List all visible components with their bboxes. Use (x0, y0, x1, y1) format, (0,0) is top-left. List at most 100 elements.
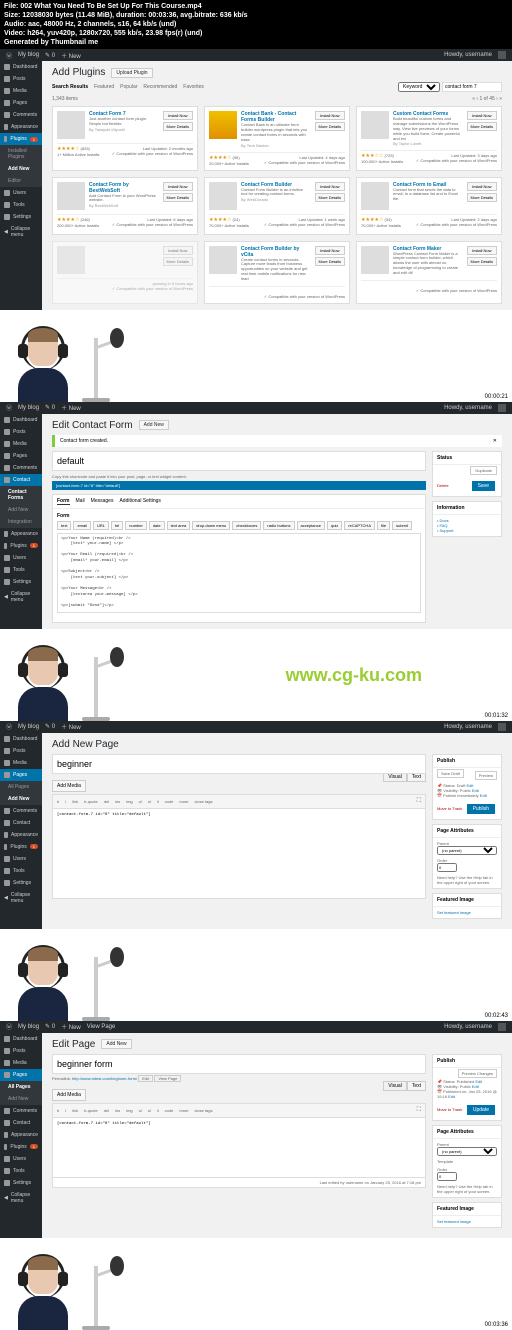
sidebar-contact[interactable]: Contact (0, 817, 42, 829)
toolbar-button[interactable]: more (177, 1107, 190, 1114)
sidebar-sub-addnew[interactable]: Add New (0, 793, 42, 805)
tag-button[interactable]: date (149, 521, 165, 530)
toolbar-button[interactable]: del (102, 798, 111, 805)
tab-search-results[interactable]: Search Results (52, 84, 88, 90)
wp-logo-icon[interactable]: ⓦ (6, 51, 12, 60)
toolbar-button[interactable]: code (163, 798, 176, 805)
permalink-url[interactable]: http://www.mtest.com/beginner-form/ (72, 1076, 137, 1081)
pagination[interactable]: « ‹ 1 of 45 › » (472, 96, 502, 102)
install-button[interactable]: Install Now (315, 246, 345, 255)
sidebar-users[interactable]: Users (0, 853, 42, 865)
sidebar-users[interactable]: Users (0, 552, 42, 564)
more-details-link[interactable]: More Details (163, 257, 193, 266)
sidebar-sub-addnew[interactable]: Add New (0, 1093, 42, 1105)
order-input[interactable] (437, 863, 457, 872)
sidebar-dashboard[interactable]: Dashboard (0, 1033, 42, 1045)
toolbar-button[interactable]: ul (137, 1107, 144, 1114)
sidebar-tools[interactable]: Tools (0, 865, 42, 877)
toolbar-button[interactable]: b-quote (82, 798, 100, 805)
sidebar-sub-allpages[interactable]: All Pages (0, 781, 42, 793)
dismiss-icon[interactable]: ✕ (493, 438, 497, 444)
more-details-link[interactable]: More Details (163, 193, 193, 202)
toolbar-button[interactable]: ins (113, 1107, 122, 1114)
wp-logo-icon[interactable]: ⓦ (6, 1022, 12, 1031)
sidebar-settings[interactable]: Settings (0, 877, 42, 889)
install-button[interactable]: Install Now (467, 111, 497, 120)
sidebar-tools[interactable]: Tools (0, 1165, 42, 1177)
fullscreen-icon[interactable]: ⛶ (415, 1106, 423, 1115)
add-media-button[interactable]: Add Media (52, 1089, 86, 1101)
tab-text[interactable]: Text (407, 1081, 426, 1091)
sidebar-tools[interactable]: Tools (0, 564, 42, 576)
publish-button[interactable]: Publish (467, 804, 495, 814)
tab-popular[interactable]: Popular (120, 84, 137, 90)
sidebar-contact[interactable]: Contact (0, 474, 42, 486)
plugin-name[interactable]: Contact Form Builder by vCita (241, 246, 311, 258)
install-button[interactable]: Install Now (315, 182, 345, 191)
permalink-view-button[interactable]: View Page (154, 1075, 181, 1082)
sidebar-collapse[interactable]: ◀Collapse menu (0, 223, 42, 241)
sidebar-comments[interactable]: Comments (0, 805, 42, 817)
tag-button[interactable]: text area (167, 521, 191, 530)
howdy[interactable]: Howdy, username (444, 52, 492, 58)
tag-button[interactable]: acceptance (297, 521, 325, 530)
install-button[interactable]: Install Now (163, 246, 193, 255)
tab-messages[interactable]: Messages (91, 498, 114, 505)
fullscreen-icon[interactable]: ⛶ (415, 797, 423, 806)
tag-button[interactable]: checkboxes (232, 521, 261, 530)
install-button[interactable]: Install Now (163, 111, 193, 120)
sidebar-comments[interactable]: Comments (0, 1105, 42, 1117)
sidebar-sub-installed[interactable]: Installed Plugins (0, 145, 42, 163)
sidebar-pages[interactable]: Pages (0, 97, 42, 109)
more-details-link[interactable]: More Details (315, 193, 345, 202)
sidebar-pages[interactable]: Pages (0, 1069, 42, 1081)
sidebar-appearance[interactable]: Appearance (0, 121, 42, 133)
avatar[interactable] (498, 404, 506, 412)
sidebar-dashboard[interactable]: Dashboard (0, 733, 42, 745)
sidebar-sub-editor[interactable]: Editor (0, 175, 42, 187)
toolbar-button[interactable]: b-quote (82, 1107, 100, 1114)
sidebar-collapse[interactable]: ◀ Collapse menu (0, 889, 42, 907)
parent-select[interactable]: (no parent) (437, 1147, 497, 1156)
tab-additional[interactable]: Additional Settings (119, 498, 160, 505)
toolbar-button[interactable]: more (177, 798, 190, 805)
sidebar-media[interactable]: Media (0, 1057, 42, 1069)
sidebar-posts[interactable]: Posts (0, 426, 42, 438)
toolbar-button[interactable]: ol (146, 798, 153, 805)
set-featured-link[interactable]: Set featured image (437, 1219, 471, 1224)
sidebar-posts[interactable]: Posts (0, 73, 42, 85)
upload-plugin-button[interactable]: Upload Plugin (111, 68, 152, 78)
tag-button[interactable]: email (73, 521, 91, 530)
sidebar-collapse[interactable]: ◀ Collapse menu (0, 588, 42, 606)
tab-visual[interactable]: Visual (383, 1081, 407, 1091)
toolbar-button[interactable]: close tags (192, 1107, 214, 1114)
toolbar-button[interactable]: i (63, 798, 68, 805)
sidebar-settings[interactable]: Settings (0, 211, 42, 223)
sidebar-users[interactable]: Users (0, 187, 42, 199)
tag-button[interactable]: reCAPTCHA (344, 521, 375, 530)
more-details-link[interactable]: More Details (467, 257, 497, 266)
sidebar-plugins[interactable]: Plugins1 (0, 540, 42, 552)
sidebar-media[interactable]: Media (0, 85, 42, 97)
sidebar-posts[interactable]: Posts (0, 1045, 42, 1057)
sidebar-sub-allpages[interactable]: All Pages (0, 1081, 42, 1093)
sidebar-pages[interactable]: Pages (0, 450, 42, 462)
toolbar-button[interactable]: li (155, 1107, 161, 1114)
tab-mail[interactable]: Mail (76, 498, 85, 505)
sidebar-users[interactable]: Users (0, 1153, 42, 1165)
avatar[interactable] (498, 1023, 506, 1031)
sidebar-sub-addnew[interactable]: Add New (0, 504, 42, 516)
trash-link[interactable]: Move to Trash (437, 806, 462, 811)
add-new-button[interactable]: Add New (101, 1039, 131, 1049)
tab-favorites[interactable]: Favorites (183, 84, 204, 90)
permalink-edit-button[interactable]: Edit (138, 1075, 153, 1082)
preview-button[interactable]: Preview Changes (458, 1069, 497, 1078)
toolbar-button[interactable]: b (55, 798, 61, 805)
sidebar-settings[interactable]: Settings (0, 576, 42, 588)
page-title-input[interactable] (52, 1054, 426, 1074)
toolbar-button[interactable]: b (55, 1107, 61, 1114)
more-details-link[interactable]: More Details (467, 122, 497, 131)
toolbar-button[interactable]: close tags (192, 798, 214, 805)
tab-form[interactable]: Form (57, 498, 70, 505)
tag-button[interactable]: quiz (327, 521, 342, 530)
